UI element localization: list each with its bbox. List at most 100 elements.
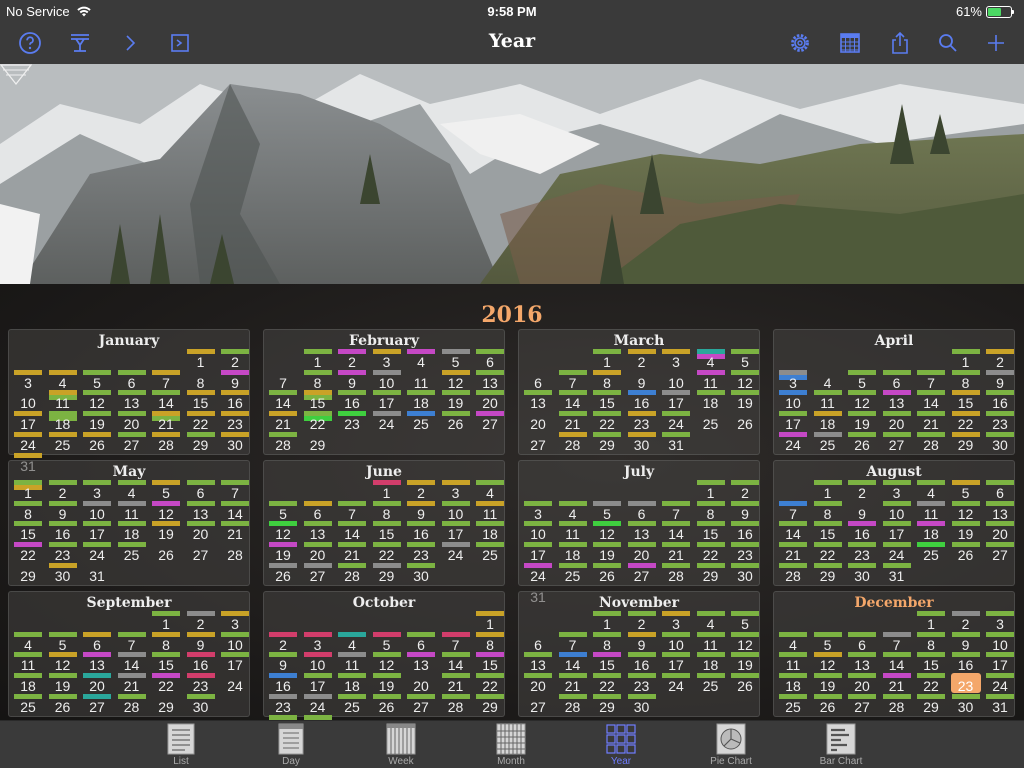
day-cell[interactable]: 4 (406, 349, 436, 369)
day-cell[interactable]: 11 (475, 500, 505, 521)
month-august[interactable]: August 1 2 3 4 5 6 7 8 9 10 11 12 13 14 15 16 17 18 19 20 21 2… (773, 460, 1015, 586)
day-cell[interactable]: 8 (13, 500, 43, 521)
day-cell[interactable]: 5 (82, 369, 112, 390)
day-cell[interactable]: 18 (13, 673, 43, 693)
day-cell[interactable]: 11 (406, 370, 436, 390)
day-cell[interactable]: 14 (661, 521, 691, 541)
day-cell[interactable]: 20 (475, 390, 505, 410)
settings-button[interactable] (786, 29, 814, 57)
day-cell[interactable]: 29 (186, 431, 216, 452)
day-cell[interactable]: 26 (592, 562, 622, 583)
day-cell[interactable]: 16 (730, 521, 760, 541)
day-cell[interactable]: 4 (13, 631, 43, 652)
month-july[interactable]: July 1 2 3 4 5 6 7 8 9 10 11 12 13 14 15 16 17 18 19 20 21 22 2… (518, 460, 760, 604)
day-cell[interactable]: 8 (186, 370, 216, 390)
tab-bar-chart[interactable]: Bar Chart (801, 721, 881, 768)
day-cell[interactable]: 13 (406, 652, 436, 672)
day-cell[interactable]: 28 (778, 562, 808, 583)
day-cell[interactable]: 3 (82, 480, 112, 500)
day-cell[interactable]: 13 (117, 390, 147, 410)
tab-pie-chart[interactable]: Pie Chart (691, 721, 771, 768)
month-may[interactable]: May 1 2 3 4 5 6 7 8 9 10 11 12 13 14 15 16 17 18 19 20 21 22 23… (8, 460, 250, 586)
day-cell[interactable]: 1 (592, 349, 622, 369)
day-cell[interactable]: 8 (916, 631, 946, 652)
day-cell[interactable]: 25 (475, 542, 505, 562)
day-cell[interactable]: 19 (441, 390, 471, 410)
day-cell[interactable]: 31 (882, 562, 912, 583)
day-cell[interactable]: 27 (117, 431, 147, 452)
day-cell[interactable]: 16 (337, 390, 367, 410)
day-cell[interactable]: 10 (661, 631, 691, 652)
day-cell[interactable]: 2 (186, 611, 216, 631)
search-button[interactable] (934, 29, 962, 57)
day-cell[interactable]: 26 (48, 693, 78, 714)
day-cell[interactable]: 18 (48, 411, 78, 431)
day-cell[interactable]: 15 (475, 652, 505, 672)
day-cell[interactable]: 30 (985, 431, 1015, 452)
day-cell[interactable]: 20 (186, 521, 216, 541)
day-cell[interactable]: 27 (523, 432, 553, 452)
day-cell[interactable]: 26 (813, 693, 843, 714)
day-cell[interactable]: 7 (661, 500, 691, 521)
day-cell[interactable]: 22 (916, 673, 946, 693)
day-cell[interactable]: 5 (951, 480, 981, 500)
day-cell[interactable]: 25 (337, 693, 367, 714)
day-cell[interactable]: 6 (303, 500, 333, 521)
day-cell[interactable]: 7 (778, 500, 808, 521)
day-cell[interactable]: 1 (951, 349, 981, 369)
day-cell[interactable]: 21 (882, 673, 912, 693)
day-cell[interactable]: 6 (985, 480, 1015, 500)
day-cell[interactable]: 2 (406, 480, 436, 500)
day-cell[interactable]: 11 (696, 369, 726, 390)
day-cell[interactable]: 15 (916, 652, 946, 672)
day-cell[interactable]: 24 (882, 542, 912, 562)
month-february[interactable]: February 1 2 3 4 5 6 7 8 9 10 11 12 13 14 15 16 17 18 19 20 2… (263, 329, 505, 455)
day-cell[interactable]: 24 (778, 431, 808, 452)
day-cell[interactable]: 20 (847, 673, 877, 693)
tab-day[interactable]: Day (251, 721, 331, 768)
day-cell[interactable]: 18 (558, 542, 588, 562)
day-cell[interactable]: 30 (730, 562, 760, 583)
day-cell[interactable]: 19 (813, 673, 843, 693)
day-cell[interactable]: 30 (627, 431, 657, 452)
day-cell[interactable]: 1 (813, 480, 843, 500)
day-cell[interactable]: 17 (82, 521, 112, 541)
month-april[interactable]: April 1 2 3 4 5 6 7 8 9 10 11 12 13 14 15 16 17 18 19 20 21 22… (773, 329, 1015, 455)
day-cell[interactable]: 1 (696, 480, 726, 500)
day-cell[interactable]: 18 (337, 673, 367, 693)
day-cell[interactable]: 23 (627, 411, 657, 431)
day-cell[interactable]: 10 (13, 390, 43, 410)
day-cell[interactable]: 14 (268, 390, 298, 410)
day-cell[interactable]: 4 (778, 631, 808, 652)
day-cell[interactable]: 5 (813, 631, 843, 652)
day-cell[interactable]: 29 (303, 432, 333, 452)
day-cell[interactable]: 28 (151, 431, 181, 452)
day-cell[interactable]: 14 (337, 521, 367, 541)
day-cell[interactable]: 15 (151, 652, 181, 672)
day-cell[interactable]: 25 (406, 411, 436, 431)
day-cell[interactable]: 20 (882, 411, 912, 431)
day-cell[interactable]: 12 (82, 390, 112, 410)
day-cell[interactable]: 30 (220, 431, 250, 452)
day-cell[interactable]: 21 (661, 542, 691, 562)
day-cell[interactable]: 26 (441, 411, 471, 431)
day-cell[interactable]: 19 (268, 542, 298, 562)
day-cell[interactable]: 15 (592, 652, 622, 672)
day-cell[interactable]: 24 (82, 542, 112, 562)
day-cell[interactable]: 9 (847, 501, 877, 521)
month-june[interactable]: June 1 2 3 4 5 6 7 8 9 10 11 12 13 14 15 16 17 18 19 20 21 22 2… (263, 460, 505, 586)
day-cell[interactable]: 6 (847, 631, 877, 652)
day-cell[interactable]: 26 (151, 542, 181, 562)
day-cell[interactable]: 22 (372, 542, 402, 562)
day-cell[interactable]: 1 (592, 611, 622, 631)
day-cell[interactable]: 11 (48, 390, 78, 410)
day-cell[interactable]: 4 (696, 611, 726, 631)
day-cell[interactable]: 11 (916, 500, 946, 521)
day-cell[interactable]: 3 (661, 611, 691, 631)
day-cell[interactable]: 24 (661, 411, 691, 431)
day-cell[interactable]: 19 (951, 521, 981, 541)
day-cell[interactable]: 15 (186, 390, 216, 410)
day-cell[interactable]: 27 (523, 694, 553, 714)
day-cell[interactable]: 22 (303, 411, 333, 431)
day-cell[interactable]: 10 (985, 631, 1015, 652)
